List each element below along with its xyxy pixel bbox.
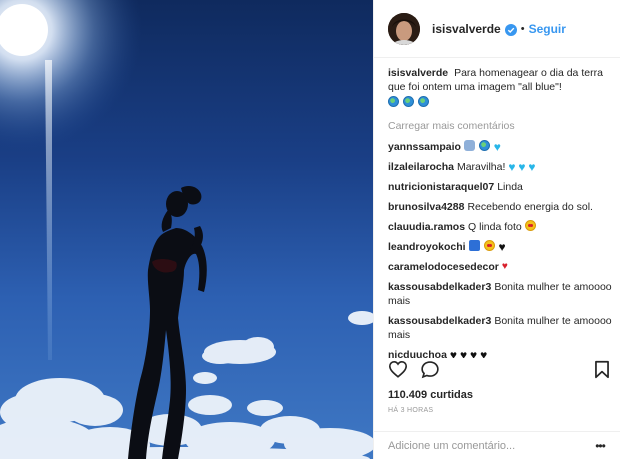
comment-username[interactable]: clauudia.ramos bbox=[388, 221, 465, 233]
comment-item: brunosilva4288 Recebendo energia do sol. bbox=[388, 200, 616, 214]
heart-outline-icon[interactable] bbox=[388, 360, 408, 383]
blue-heart-icon: ♥ bbox=[493, 140, 501, 154]
black-heart-icon: ♥ bbox=[449, 348, 458, 358]
red-heart-icon: ♥ bbox=[501, 261, 508, 272]
comment-username[interactable]: nutricionistaraquel07 bbox=[388, 181, 494, 193]
comment-input[interactable] bbox=[388, 439, 593, 452]
comment-item: leandroyokochi ♥ bbox=[388, 240, 616, 254]
post-photo[interactable] bbox=[0, 0, 373, 459]
header-separator: • bbox=[520, 22, 525, 35]
comment-username[interactable]: caramelodocesedecor bbox=[388, 261, 499, 273]
comment-item: kassousabdelkader3 Bonita mulher te amooo… bbox=[388, 280, 616, 308]
post-timestamp: HÁ 3 HORAS bbox=[388, 407, 434, 414]
comment-username[interactable]: brunosilva4288 bbox=[388, 201, 464, 213]
post-header: isisvalverde • Seguir bbox=[374, 0, 620, 58]
comment-username[interactable]: yannssampaio bbox=[388, 141, 461, 153]
caption-username[interactable]: isisvalverde bbox=[388, 67, 448, 79]
bookmark-icon[interactable] bbox=[594, 360, 610, 384]
heart-eyes-icon bbox=[524, 220, 536, 231]
more-options-icon[interactable]: ••• bbox=[593, 439, 607, 453]
avatar-image bbox=[388, 12, 420, 45]
comment-username[interactable]: ilzaleilarocha bbox=[388, 161, 454, 173]
comment-text: Q linda foto bbox=[468, 221, 522, 233]
caption: isisvalverde Para homenagear o dia da te… bbox=[388, 66, 616, 110]
blue-heart-icon: ♥ bbox=[528, 160, 536, 174]
praying-hands-icon bbox=[463, 140, 475, 151]
action-bar bbox=[388, 360, 610, 384]
comment-item: yannssampaio ♥ bbox=[388, 140, 616, 154]
globe-icon bbox=[402, 96, 414, 107]
comment-item: nutricionistaraquel07 Linda bbox=[388, 180, 616, 194]
comment-rows: yannssampaio ♥ ilzaleilarocha Maravilha! … bbox=[388, 140, 616, 358]
instagram-post: isisvalverde • Seguir isisvalverde Para … bbox=[0, 0, 620, 459]
black-heart-icon: ♥ bbox=[480, 348, 488, 358]
comment-text: Linda bbox=[497, 181, 523, 193]
add-comment-bar: ••• bbox=[374, 431, 620, 459]
post-side-panel: isisvalverde • Seguir isisvalverde Para … bbox=[373, 0, 620, 459]
comment-bubble-icon[interactable] bbox=[420, 360, 440, 384]
likes-count[interactable]: 110.409 curtidas bbox=[388, 389, 473, 401]
globe-icon bbox=[478, 140, 490, 151]
comment-text: Recebendo energia do sol. bbox=[467, 201, 593, 213]
black-heart-icon: ♥ bbox=[470, 348, 478, 358]
comment-text: Maravilha! bbox=[456, 161, 506, 173]
follow-button[interactable]: Seguir bbox=[529, 22, 566, 36]
photo-scene bbox=[0, 0, 373, 459]
comment-item: caramelodocesedecor ♥ bbox=[388, 260, 616, 274]
header-username[interactable]: isisvalverde bbox=[432, 22, 501, 36]
blue-heart-icon: ♥ bbox=[508, 160, 516, 174]
globe-icon bbox=[388, 96, 399, 107]
comment-username[interactable]: nicduuchoa bbox=[388, 349, 447, 358]
comment-item: nicduuchoa ♥ ♥ ♥ ♥ bbox=[388, 348, 616, 358]
comment-username[interactable]: kassousabdelkader3 bbox=[388, 315, 491, 327]
heart-eyes-icon bbox=[483, 240, 495, 251]
avatar[interactable] bbox=[388, 12, 420, 45]
load-more-comments-link[interactable]: Carregar mais comentários bbox=[388, 119, 616, 133]
black-heart-icon: ♥ bbox=[498, 240, 506, 254]
verified-badge-icon bbox=[504, 23, 517, 36]
caption-emojis bbox=[388, 96, 616, 110]
comment-item: clauudia.ramos Q linda foto bbox=[388, 220, 616, 234]
black-heart-icon: ♥ bbox=[459, 348, 468, 358]
comment-item: ilzaleilarocha Maravilha! ♥ ♥ ♥ bbox=[388, 160, 616, 174]
comment-username[interactable]: kassousabdelkader3 bbox=[388, 281, 491, 293]
blue-heart-icon: ♥ bbox=[518, 160, 526, 174]
comment-item: kassousabdelkader3 Bonita mulher te amooo… bbox=[388, 314, 616, 342]
globe-icon bbox=[417, 96, 429, 107]
comment-username[interactable]: leandroyokochi bbox=[388, 241, 466, 253]
square-emoji-icon bbox=[468, 240, 480, 251]
comments-list: isisvalverde Para homenagear o dia da te… bbox=[388, 62, 616, 358]
